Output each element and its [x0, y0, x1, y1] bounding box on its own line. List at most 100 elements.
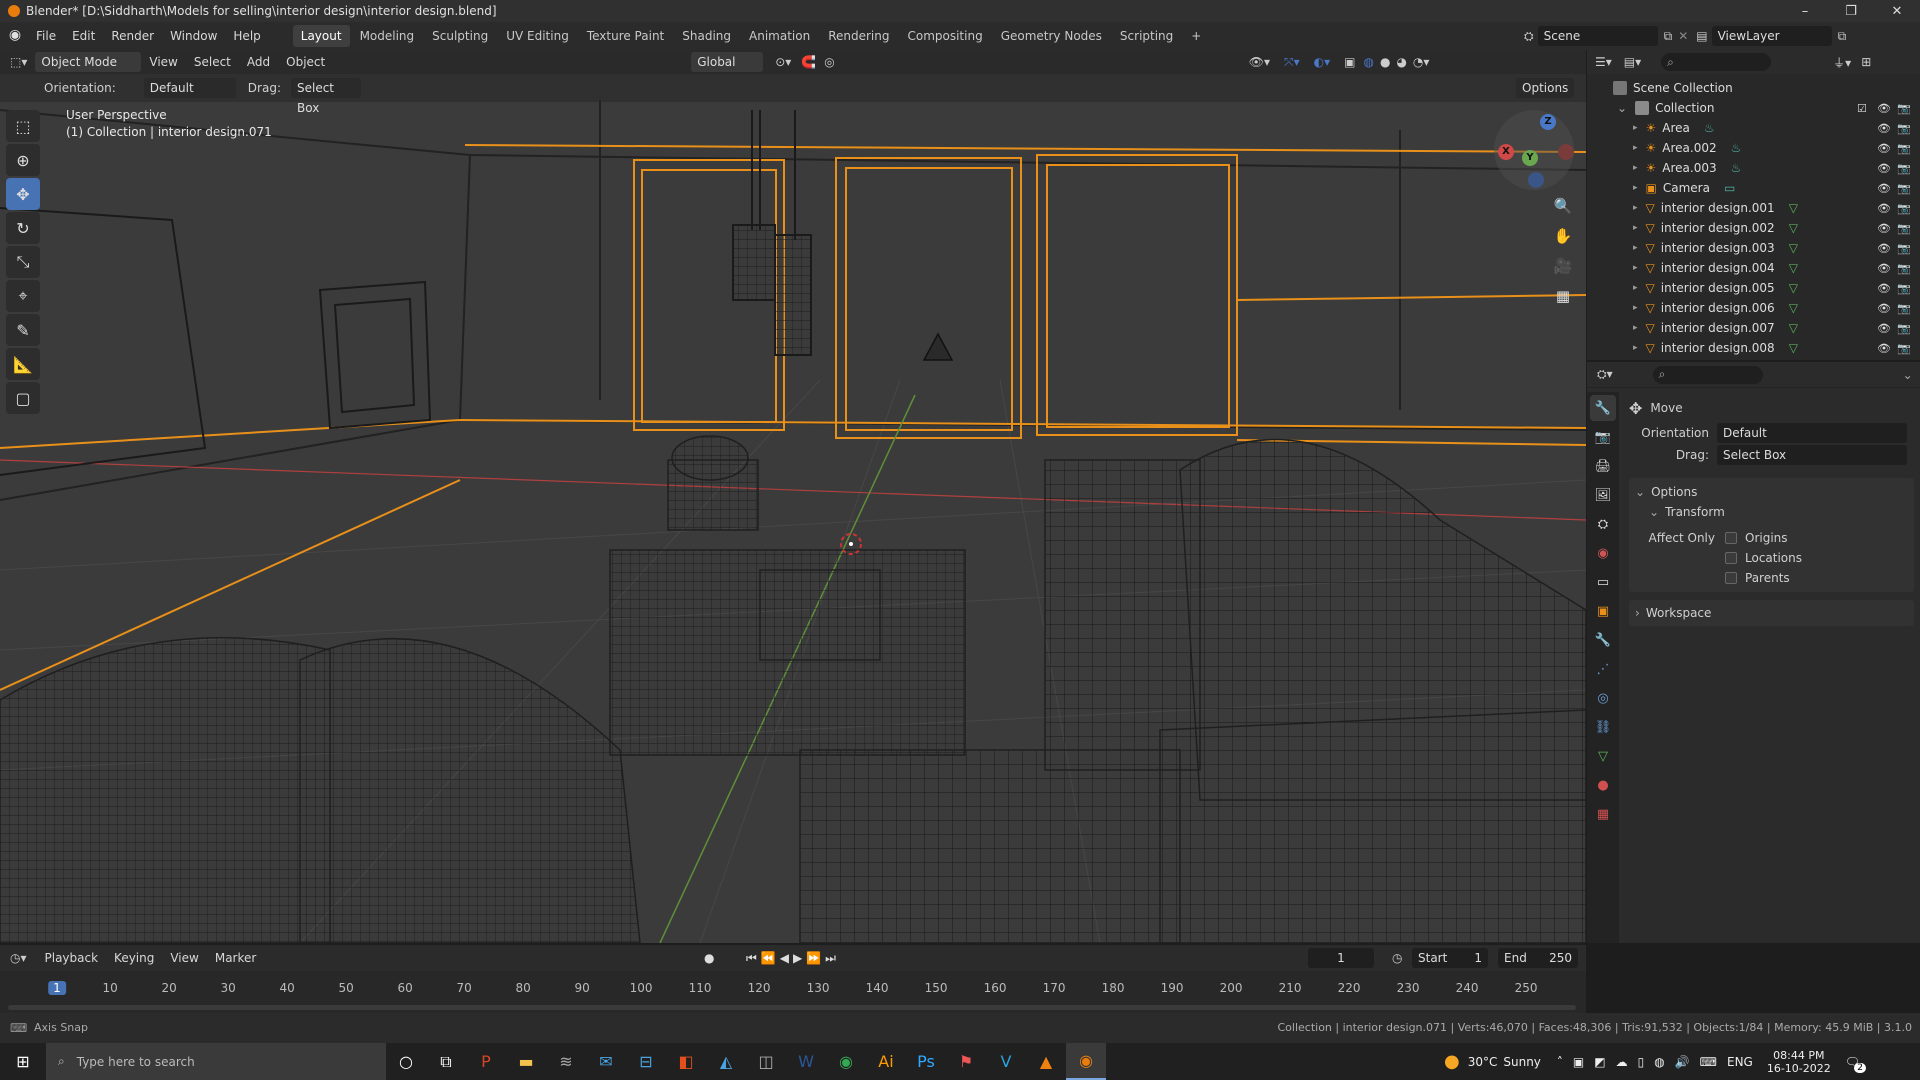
render-camera-icon[interactable]: 📷	[1897, 342, 1911, 355]
camera-data-icon[interactable]: ▭	[1724, 181, 1735, 195]
outliner-item[interactable]: ▸ ▽ interior design.008 ▽ 👁 📷	[1587, 338, 1920, 358]
collection-tab-icon[interactable]: ▭	[1590, 569, 1616, 595]
options-panel-header[interactable]: ⌄ Options	[1635, 482, 1908, 502]
pivot-point-icon[interactable]: ⊙▾	[775, 55, 791, 69]
hide-eye-icon[interactable]: 👁	[1877, 182, 1891, 195]
mail-icon[interactable]: ✉	[586, 1043, 626, 1080]
drag-selector[interactable]: Select Box	[290, 78, 361, 115]
tab-sculpting[interactable]: Sculpting	[424, 25, 496, 47]
menu-select[interactable]: Select	[186, 50, 239, 76]
tab-geometry-nodes[interactable]: Geometry Nodes	[993, 25, 1110, 47]
perspective-toggle-icon[interactable]: ▦	[1549, 282, 1577, 310]
render-camera-icon[interactable]: 📷	[1897, 302, 1911, 315]
expand-chevron-icon[interactable]: ▸	[1633, 323, 1638, 333]
view-layer-tab-icon[interactable]: 🖼	[1590, 482, 1616, 508]
outliner-item-label[interactable]: interior design.001	[1661, 201, 1775, 215]
outliner-item[interactable]: ▸ ☀ Area.002 ♨ 👁 📷	[1587, 138, 1920, 158]
mesh-data-icon[interactable]: ▽	[1789, 301, 1798, 315]
pinned-red-app-icon[interactable]: ⚑	[946, 1043, 986, 1080]
gizmo-toggle-icon[interactable]: ⤧▾	[1284, 55, 1300, 70]
workspace-panel-header[interactable]: › Workspace	[1629, 600, 1914, 626]
tab-shading[interactable]: Shading	[674, 25, 739, 47]
menu-render[interactable]: Render	[103, 22, 162, 50]
mesh-data-icon[interactable]: ▽	[1789, 241, 1798, 255]
hide-eye-icon[interactable]: 👁	[1877, 342, 1891, 355]
hide-eye-icon[interactable]: 👁	[1877, 142, 1891, 155]
tab-uv-editing[interactable]: UV Editing	[498, 25, 577, 47]
outliner-item[interactable]: ▸ ▽ interior design.003 ▽ 👁 📷	[1587, 238, 1920, 258]
visibility-icon[interactable]: 👁▾	[1249, 55, 1270, 69]
filter-icon[interactable]: ⏚▾	[1833, 54, 1851, 71]
hide-eye-icon[interactable]: 👁	[1877, 302, 1891, 315]
outliner-item-label[interactable]: interior design.002	[1661, 221, 1775, 235]
microsoft-store-icon[interactable]: ⊟	[626, 1043, 666, 1080]
light-data-icon[interactable]: ♨	[1704, 121, 1715, 135]
taskbar-search-box[interactable]: ⌕ Type here to search	[46, 1043, 386, 1080]
tab-layout[interactable]: Layout	[292, 25, 350, 47]
data-tab-icon[interactable]: ▽	[1590, 743, 1616, 769]
tray-overflow-icon[interactable]: ˄	[1557, 1055, 1563, 1069]
render-camera-icon[interactable]: 📷	[1897, 322, 1911, 335]
render-camera-icon[interactable]: 📷	[1897, 202, 1911, 215]
properties-search-input[interactable]: ⌕	[1652, 365, 1763, 384]
illustrator-icon[interactable]: Ai	[866, 1043, 906, 1080]
cursor-tool[interactable]: ⊕	[6, 144, 40, 176]
windows-start-icon[interactable]: ⊞	[0, 1043, 46, 1080]
hide-eye-icon[interactable]: 👁	[1877, 202, 1891, 215]
outliner-item[interactable]: ▸ ▽ interior design.001 ▽ 👁 📷	[1587, 198, 1920, 218]
hide-eye-icon[interactable]: 👁	[1877, 102, 1891, 115]
minimize-button[interactable]: –	[1782, 0, 1828, 22]
solid-shading-icon[interactable]: ●	[1380, 55, 1390, 69]
viewlayer-selector[interactable]: ViewLayer	[1711, 26, 1832, 46]
clock[interactable]: 08:44 PM 16-10-2022	[1767, 1049, 1831, 1075]
measure-tool[interactable]: 📐	[6, 348, 40, 380]
pinned-grey-app-icon[interactable]: ◫	[746, 1043, 786, 1080]
mesh-data-icon[interactable]: ▽	[1789, 261, 1798, 275]
scene-remove-icon[interactable]: ✕	[1678, 29, 1688, 43]
tab-scripting[interactable]: Scripting	[1112, 25, 1181, 47]
gizmo-x-axis[interactable]: X	[1498, 144, 1514, 160]
render-camera-icon[interactable]: 📷	[1897, 182, 1911, 195]
gizmo-neg-x[interactable]	[1558, 144, 1574, 160]
frame-ruler[interactable]: 1 10 20 30 40 50 60 70 80 90 100 110 120 130 140 150 160…	[0, 945, 1586, 1013]
weather-temperature[interactable]: 30°C	[1468, 1055, 1498, 1069]
photoshop-icon[interactable]: Ps	[906, 1043, 946, 1080]
3d-viewport[interactable]: ⬚▾ Object Mode View Select Add Object Gl…	[0, 50, 1586, 943]
collapse-icon[interactable]: ⌄	[1617, 101, 1627, 115]
volume-icon[interactable]: 🔊	[1675, 1055, 1690, 1069]
hide-eye-icon[interactable]: 👁	[1877, 322, 1891, 335]
render-camera-icon[interactable]: 📷	[1897, 282, 1911, 295]
blender-taskbar-icon[interactable]: ◉	[1066, 1043, 1106, 1080]
expand-chevron-icon[interactable]: ▸	[1633, 123, 1638, 133]
outliner-item-label[interactable]: interior design.005	[1661, 281, 1775, 295]
parents-checkbox[interactable]	[1725, 572, 1737, 584]
select-box-tool[interactable]: ⬚	[6, 110, 40, 142]
keyboard-layout-icon[interactable]: ⌨	[1700, 1055, 1717, 1069]
expand-chevron-icon[interactable]: ▸	[1633, 203, 1638, 213]
outliner-item[interactable]: ▸ ▣ Camera ▭ 👁 📷	[1587, 178, 1920, 198]
add-cube-tool[interactable]: ▢	[6, 382, 40, 414]
expand-chevron-icon[interactable]: ▸	[1633, 263, 1638, 273]
onedrive-icon[interactable]: ☁	[1616, 1055, 1628, 1069]
tab-compositing[interactable]: Compositing	[899, 25, 990, 47]
scale-tool[interactable]: ⤡	[6, 246, 40, 278]
hide-eye-icon[interactable]: 👁	[1877, 122, 1891, 135]
outliner-item-label[interactable]: interior design.004	[1661, 261, 1775, 275]
editor-type-icon[interactable]: ⬚▾	[10, 55, 27, 69]
mesh-data-icon[interactable]: ▽	[1789, 281, 1798, 295]
modifier-tab-icon[interactable]: 🔧	[1590, 627, 1616, 653]
menu-help[interactable]: Help	[225, 22, 268, 50]
add-workspace-button[interactable]: +	[1183, 25, 1209, 47]
blender-menu-icon[interactable]: ◉	[6, 27, 24, 45]
outliner-item[interactable]: ▸ ▽ interior design.004 ▽ 👁 📷	[1587, 258, 1920, 278]
transform-orientation-selector[interactable]: Global	[691, 52, 764, 72]
outliner-editor-icon[interactable]: ☰▾	[1595, 55, 1612, 69]
menu-window[interactable]: Window	[162, 22, 225, 50]
tab-modeling[interactable]: Modeling	[352, 25, 423, 47]
tab-rendering[interactable]: Rendering	[820, 25, 897, 47]
light-data-icon[interactable]: ♨	[1731, 141, 1742, 155]
pinned-app-icon[interactable]: ≋	[546, 1043, 586, 1080]
locations-checkbox[interactable]	[1725, 552, 1737, 564]
rotate-tool[interactable]: ↻	[6, 212, 40, 244]
wireframe-shading-icon[interactable]: ◍	[1363, 55, 1373, 69]
